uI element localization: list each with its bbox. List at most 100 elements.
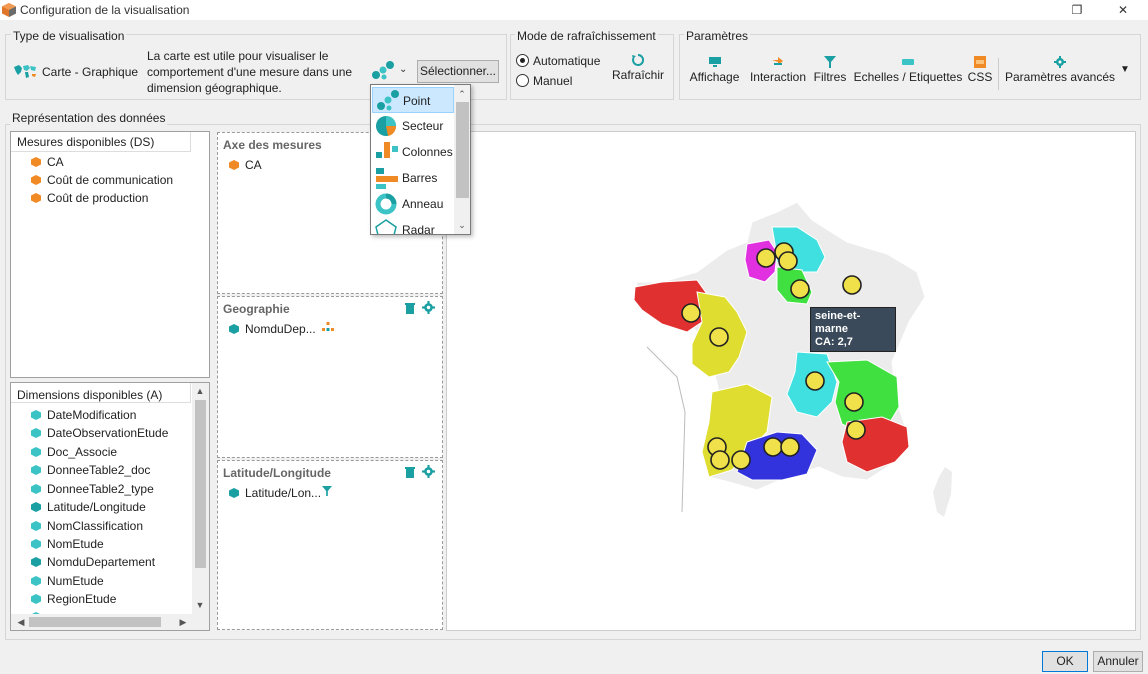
trash-icon[interactable] bbox=[404, 466, 416, 478]
map-point[interactable] bbox=[709, 327, 729, 347]
select-viz-button[interactable]: Sélectionner... bbox=[417, 60, 499, 83]
scroll-thumb[interactable] bbox=[456, 102, 469, 198]
measure-icon bbox=[31, 157, 41, 167]
restore-button[interactable]: ❐ bbox=[1054, 0, 1100, 20]
scroll-up-arrow[interactable]: ⌃ bbox=[454, 87, 470, 101]
manual-radio-label: Manuel bbox=[533, 74, 573, 88]
map-point[interactable] bbox=[778, 251, 798, 271]
map-point[interactable] bbox=[763, 437, 783, 457]
ok-button[interactable]: OK bbox=[1042, 651, 1088, 672]
world-map-icon bbox=[14, 65, 36, 78]
france-map[interactable] bbox=[447, 132, 1137, 632]
dimensions-vscroll[interactable]: ▲ ▼ bbox=[192, 383, 209, 614]
measure-item[interactable]: CA bbox=[31, 153, 64, 171]
hierarchy-icon[interactable] bbox=[322, 322, 334, 332]
window-title: Configuration de la visualisation bbox=[20, 3, 190, 17]
filters-button[interactable]: Filtres bbox=[812, 56, 848, 88]
map-point[interactable] bbox=[731, 450, 751, 470]
geo-zone[interactable]: Geographie NomduDep... bbox=[217, 296, 443, 458]
dimension-item[interactable]: Latitude/Longitude bbox=[31, 498, 146, 516]
map-point[interactable] bbox=[710, 450, 730, 470]
map-point[interactable] bbox=[846, 420, 866, 440]
scroll-right-arrow[interactable]: ▶ bbox=[175, 615, 191, 629]
map-canvas[interactable]: seine-et-marne CA: 2,7 bbox=[446, 131, 1136, 631]
donut-chart-icon bbox=[375, 193, 397, 215]
scroll-left-arrow[interactable]: ◀ bbox=[13, 615, 29, 629]
scroll-up-arrow[interactable]: ▲ bbox=[192, 384, 208, 398]
chevron-down-icon[interactable]: ⌄ bbox=[399, 64, 407, 75]
gear-icon[interactable] bbox=[422, 465, 435, 478]
pie-chart-icon bbox=[376, 116, 397, 136]
trash-icon[interactable] bbox=[404, 302, 416, 314]
map-point[interactable] bbox=[780, 437, 800, 457]
geo-zone-item[interactable]: NomduDep... bbox=[229, 320, 316, 338]
latlon-zone-item[interactable]: Latitude/Lon... bbox=[229, 484, 321, 502]
scroll-down-arrow[interactable]: ⌄ bbox=[454, 218, 470, 232]
monitor-icon bbox=[708, 57, 721, 67]
map-coast-line bbox=[646, 346, 686, 513]
scales-button[interactable]: Echelles / Etiquettes bbox=[852, 56, 964, 88]
filters-button-label: Filtres bbox=[813, 70, 847, 84]
hscroll-thumb[interactable] bbox=[29, 617, 161, 627]
refresh-button[interactable]: Rafraîchir bbox=[610, 54, 666, 86]
point-chart-icon[interactable] bbox=[370, 60, 396, 82]
filter-icon[interactable] bbox=[322, 486, 332, 496]
scroll-down-arrow[interactable]: ▼ bbox=[192, 598, 208, 612]
dimension-item[interactable]: DateModification bbox=[31, 406, 136, 424]
chart-option-sector[interactable]: Secteur bbox=[372, 113, 454, 139]
dimension-item[interactable]: Doc_Associe bbox=[31, 443, 117, 461]
chart-option-columns[interactable]: Colonnes bbox=[372, 139, 454, 165]
chart-option-label: Secteur bbox=[402, 119, 444, 133]
chart-option-label: Barres bbox=[402, 171, 438, 185]
auto-radio-circle[interactable] bbox=[516, 54, 529, 67]
manual-radio-circle[interactable] bbox=[516, 74, 529, 87]
dropdown-scrollbar[interactable]: ⌃ ⌄ bbox=[454, 85, 470, 234]
map-point[interactable] bbox=[681, 303, 701, 323]
dimensions-header: Dimensions disponibles (A) bbox=[17, 388, 163, 402]
display-button[interactable]: Affichage bbox=[686, 56, 743, 88]
auto-radio[interactable]: Automatique bbox=[516, 54, 600, 68]
map-point[interactable] bbox=[756, 248, 776, 268]
map-point[interactable] bbox=[805, 371, 825, 391]
dimensions-hscroll[interactable]: ◀ ▶ bbox=[11, 614, 209, 630]
dimension-item[interactable]: NumEtude bbox=[31, 572, 104, 590]
app-icon bbox=[2, 3, 16, 17]
cancel-button[interactable]: Annuler bbox=[1093, 651, 1143, 672]
measure-item[interactable]: Coût de production bbox=[31, 189, 148, 207]
manual-radio[interactable]: Manuel bbox=[516, 74, 572, 88]
dimension-item[interactable]: NomEtude bbox=[31, 535, 104, 553]
caret-down-icon[interactable]: ▼ bbox=[1120, 64, 1130, 75]
radar-chart-icon bbox=[375, 219, 397, 234]
dimension-item[interactable]: DonneeTable2_type bbox=[31, 480, 154, 498]
close-button[interactable]: ✕ bbox=[1100, 0, 1146, 20]
chart-option-label: Radar bbox=[402, 223, 435, 235]
chart-option-point[interactable]: Point bbox=[372, 87, 454, 113]
css-button-label: CSS bbox=[967, 70, 993, 84]
interaction-button[interactable]: Interaction bbox=[747, 56, 809, 88]
dimension-item[interactable]: NomClassification bbox=[31, 517, 143, 535]
axis-zone-item[interactable]: CA bbox=[229, 156, 262, 174]
chart-option-label: Anneau bbox=[402, 197, 444, 211]
toolbar-separator bbox=[998, 58, 999, 90]
chart-option-radar[interactable]: Radar bbox=[372, 217, 454, 235]
dimension-item[interactable]: NomduDepartement bbox=[31, 553, 155, 571]
map-point[interactable] bbox=[842, 275, 862, 295]
css-icon bbox=[974, 56, 986, 68]
chart-type-dropdown[interactable]: Point Secteur Colonnes Barres Anneau Rad… bbox=[370, 84, 471, 235]
map-point[interactable] bbox=[790, 279, 810, 299]
chart-option-bars[interactable]: Barres bbox=[372, 165, 454, 191]
css-button[interactable]: CSS bbox=[966, 56, 994, 88]
scroll-thumb[interactable] bbox=[195, 400, 206, 568]
advanced-params-button[interactable]: Paramètres avancés bbox=[1004, 56, 1116, 88]
dimension-item[interactable]: RegionEtude bbox=[31, 590, 116, 608]
gear-icon[interactable] bbox=[422, 301, 435, 314]
dimension-item[interactable]: DateObservationEtude bbox=[31, 424, 168, 442]
latlon-zone[interactable]: Latitude/Longitude Latitude/Lon... bbox=[217, 460, 443, 630]
params-label: Paramètres bbox=[684, 29, 751, 43]
chart-option-ring[interactable]: Anneau bbox=[372, 191, 454, 217]
measure-item[interactable]: Coût de communication bbox=[31, 171, 173, 189]
current-viz-type: Carte - Graphique bbox=[42, 65, 139, 79]
interaction-icon bbox=[772, 57, 783, 65]
dimension-item[interactable]: DonneeTable2_doc bbox=[31, 461, 150, 479]
map-point[interactable] bbox=[844, 392, 864, 412]
